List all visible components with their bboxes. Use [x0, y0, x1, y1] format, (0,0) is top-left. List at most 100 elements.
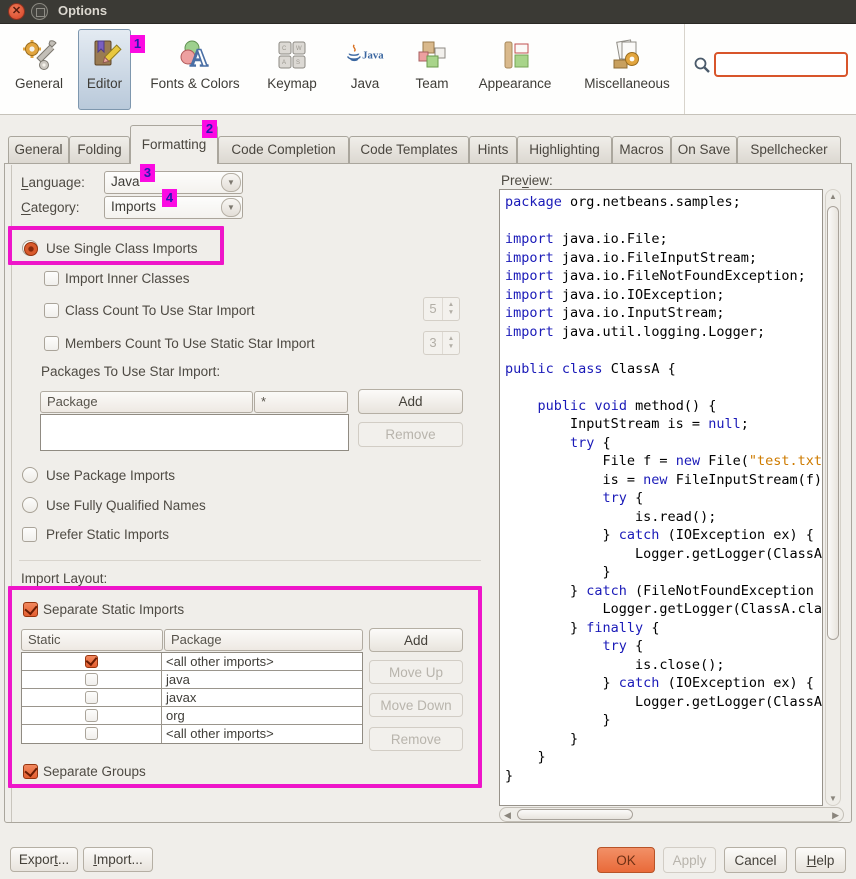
package-cell[interactable]: java	[162, 671, 362, 688]
static-cell[interactable]	[22, 671, 162, 688]
static-checkbox[interactable]	[85, 709, 98, 722]
spinner-arrows-icon[interactable]: ▲▼	[443, 332, 459, 354]
spinner-arrows-icon[interactable]: ▲▼	[443, 298, 459, 320]
tab-spellchecker[interactable]: Spellchecker	[737, 136, 841, 164]
code-line: Logger.getLogger(ClassA.class.getName())…	[505, 545, 822, 564]
import-inner-classes-checkbox[interactable]	[44, 271, 59, 286]
members-count-checkbox[interactable]	[44, 336, 59, 351]
packages-list[interactable]	[40, 414, 349, 451]
annotation-marker-3: 3	[140, 164, 155, 182]
packages-col-star[interactable]: *	[254, 391, 348, 413]
options-window: ✕ Options GeneralEditorAFonts & ColorsCW…	[0, 0, 856, 879]
table-row[interactable]: java	[22, 671, 362, 689]
packages-remove-button[interactable]: Remove	[358, 422, 463, 447]
layout-add-button[interactable]: Add	[369, 628, 463, 652]
svg-text:Java: Java	[362, 50, 384, 62]
toolbar-item-general[interactable]: General	[8, 29, 70, 110]
package-cell[interactable]: org	[162, 707, 362, 724]
close-icon[interactable]: ✕	[8, 3, 25, 20]
static-checkbox[interactable]	[85, 691, 98, 704]
maximize-icon[interactable]	[31, 3, 48, 20]
apply-button[interactable]: Apply	[663, 847, 716, 873]
use-fully-qualified-names-radio[interactable]	[22, 497, 38, 513]
prefer-static-imports-label: Prefer Static Imports	[46, 527, 169, 542]
static-checkbox[interactable]	[85, 727, 98, 740]
tab-macros[interactable]: Macros	[612, 136, 671, 164]
table-row[interactable]: org	[22, 707, 362, 725]
tab-on-save[interactable]: On Save	[671, 136, 737, 164]
preview-code-editor[interactable]: package org.netbeans.samples; import jav…	[499, 189, 823, 806]
layout-move-up-button[interactable]: Move Up	[369, 660, 463, 684]
toolbar-item-keymap[interactable]: CWASKeymap	[259, 29, 325, 110]
package-cell[interactable]: <all other imports>	[162, 725, 362, 743]
cancel-button[interactable]: Cancel	[724, 847, 787, 873]
toolbar-item-editor[interactable]: Editor	[78, 29, 131, 110]
miscellaneous-icon	[607, 36, 647, 74]
scroll-right-icon[interactable]: ▶	[832, 809, 839, 821]
scroll-up-icon[interactable]: ▲	[826, 192, 840, 201]
import-layout-table[interactable]: <all other imports>javajavaxorg<all othe…	[21, 652, 363, 744]
layout-col-package[interactable]: Package	[164, 629, 363, 651]
layout-col-static[interactable]: Static	[21, 629, 163, 651]
vertical-scroll-thumb[interactable]	[827, 206, 839, 640]
code-line: import java.io.File;	[505, 230, 822, 249]
toolbar-item-appearance[interactable]: Appearance	[466, 29, 564, 110]
chevron-down-icon[interactable]: ▼	[221, 173, 241, 192]
package-cell[interactable]: <all other imports>	[162, 653, 362, 670]
code-line: public class ClassA {	[505, 360, 822, 379]
toolbar-item-team[interactable]: Team	[404, 29, 460, 110]
toolbar-item-label: Appearance	[467, 76, 563, 91]
tab-code-templates[interactable]: Code Templates	[349, 136, 469, 164]
tab-code-completion[interactable]: Code Completion	[218, 136, 349, 164]
class-count-checkbox[interactable]	[44, 303, 59, 318]
help-button[interactable]: Help	[795, 847, 846, 873]
static-cell[interactable]	[22, 725, 162, 743]
code-line: InputStream is = null;	[505, 415, 822, 434]
ok-button[interactable]: OK	[597, 847, 655, 873]
package-cell[interactable]: javax	[162, 689, 362, 706]
separate-static-imports-checkbox[interactable]	[23, 602, 38, 617]
footer-bar: Export... Import... OK Apply Cancel Help	[0, 823, 856, 879]
static-cell[interactable]	[22, 653, 162, 670]
table-row[interactable]: <all other imports>	[22, 653, 362, 671]
code-line: } finally {	[505, 619, 822, 638]
horizontal-scroll-thumb[interactable]	[517, 809, 633, 820]
general-icon	[19, 36, 59, 74]
static-checkbox[interactable]	[85, 673, 98, 686]
section-divider	[19, 560, 481, 561]
class-count-spinner[interactable]: 5 ▲▼	[423, 297, 460, 321]
packages-add-button[interactable]: Add	[358, 389, 463, 414]
layout-remove-button[interactable]: Remove	[369, 727, 463, 751]
toolbar-item-java[interactable]: JavaJava	[334, 29, 396, 110]
tab-folding[interactable]: Folding	[69, 136, 130, 164]
search-input[interactable]	[714, 52, 848, 77]
packages-col-package[interactable]: Package	[40, 391, 253, 413]
export-button[interactable]: Export...	[10, 847, 78, 872]
prefer-static-imports-checkbox[interactable]	[22, 527, 37, 542]
use-single-class-imports-radio[interactable]	[22, 240, 38, 256]
window-title: Options	[58, 3, 107, 18]
horizontal-scrollbar[interactable]: ◀ ▶	[499, 807, 844, 822]
svg-text:W: W	[296, 46, 302, 52]
static-cell[interactable]	[22, 707, 162, 724]
separate-groups-checkbox[interactable]	[23, 764, 38, 779]
toolbar-item-miscellaneous[interactable]: Miscellaneous	[568, 29, 686, 110]
tab-general[interactable]: General	[8, 136, 69, 164]
table-row[interactable]: javax	[22, 689, 362, 707]
use-package-imports-radio[interactable]	[22, 467, 38, 483]
tab-highlighting[interactable]: Highlighting	[517, 136, 612, 164]
titlebar: ✕ Options	[0, 0, 856, 24]
table-row[interactable]: <all other imports>	[22, 725, 362, 743]
toolbar-item-fonts-colors[interactable]: AFonts & Colors	[139, 29, 251, 110]
layout-move-down-button[interactable]: Move Down	[369, 693, 463, 717]
annotation-marker-2: 2	[202, 120, 217, 138]
scroll-left-icon[interactable]: ◀	[504, 809, 511, 821]
import-button[interactable]: Import...	[83, 847, 153, 872]
scroll-down-icon[interactable]: ▼	[826, 794, 840, 803]
static-cell[interactable]	[22, 689, 162, 706]
members-count-spinner[interactable]: 3 ▲▼	[423, 331, 460, 355]
static-checkbox[interactable]	[85, 655, 98, 668]
vertical-scrollbar[interactable]: ▲ ▼	[825, 189, 841, 806]
chevron-down-icon[interactable]: ▼	[221, 198, 241, 217]
tab-hints[interactable]: Hints	[469, 136, 517, 164]
